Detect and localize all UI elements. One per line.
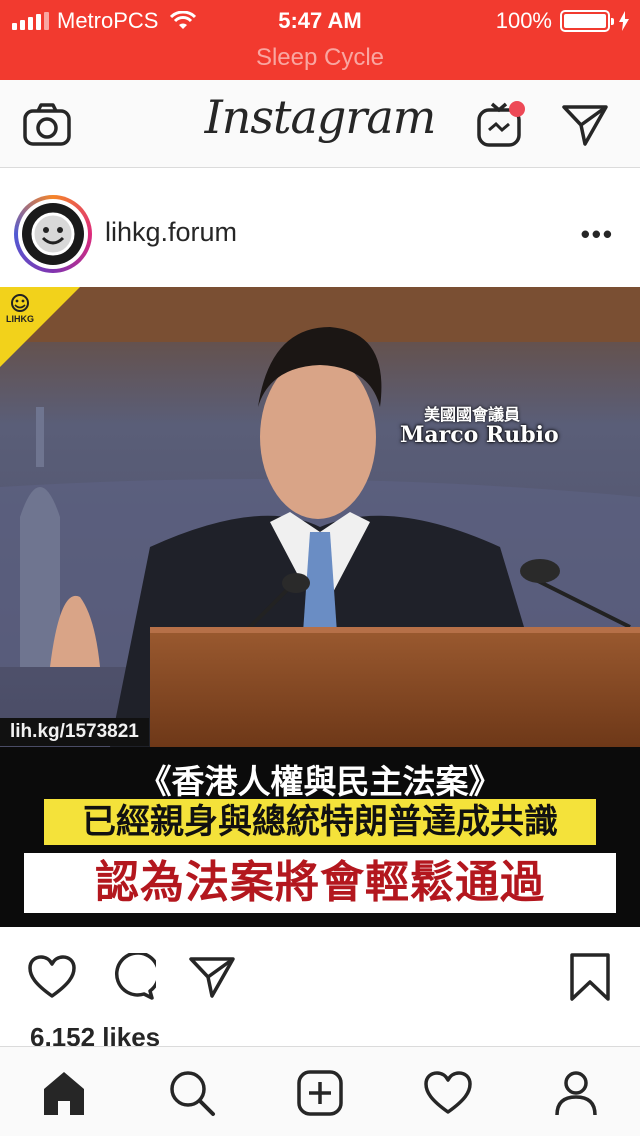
igtv-icon[interactable] — [476, 100, 526, 150]
bottom-nav — [0, 1046, 640, 1136]
activity-icon[interactable] — [420, 1065, 476, 1121]
post-header: lihkg.forum ••• — [0, 169, 640, 287]
comment-icon[interactable] — [104, 949, 160, 1005]
battery-percent: 100% — [495, 8, 552, 33]
app-header: Instagram — [0, 80, 640, 168]
share-icon[interactable] — [184, 949, 240, 1005]
post-link-tag: lih.kg/1573821 — [0, 718, 149, 746]
caption-line-1: 《香港人權與民主法案》 — [138, 763, 502, 800]
charging-icon — [619, 11, 629, 31]
post-action-bar — [0, 927, 640, 1027]
home-icon[interactable] — [36, 1065, 92, 1121]
profile-icon[interactable] — [548, 1065, 604, 1121]
search-icon[interactable] — [164, 1065, 220, 1121]
direct-message-icon[interactable] — [560, 100, 610, 150]
instagram-logo: Instagram — [204, 90, 437, 144]
caption-line-2: 已經親身與總統特朗普達成共識 — [44, 799, 596, 845]
status-bar: MetroPCS 5:47 AM 100% Sleep Cycle — [0, 0, 640, 80]
more-options-icon[interactable]: ••• — [581, 219, 614, 250]
lihkg-badge-label: LIHKG — [6, 314, 34, 324]
photo-backdrop — [0, 287, 640, 747]
like-icon[interactable] — [24, 949, 80, 1005]
smiley-icon — [31, 212, 75, 256]
avatar[interactable] — [14, 195, 92, 273]
caption-line-3: 認為法案將會輕鬆通過 — [24, 853, 616, 913]
save-icon[interactable] — [562, 949, 618, 1005]
post-image[interactable]: LIHKG 美國國會議員 Marco Rubio lih.kg/1573821 … — [0, 287, 640, 927]
post-username[interactable]: lihkg.forum — [105, 217, 237, 248]
battery-icon — [560, 10, 614, 32]
app-banner[interactable]: Sleep Cycle — [0, 44, 640, 72]
photo-caption-name: Marco Rubio — [400, 422, 559, 448]
new-post-icon[interactable] — [292, 1065, 348, 1121]
